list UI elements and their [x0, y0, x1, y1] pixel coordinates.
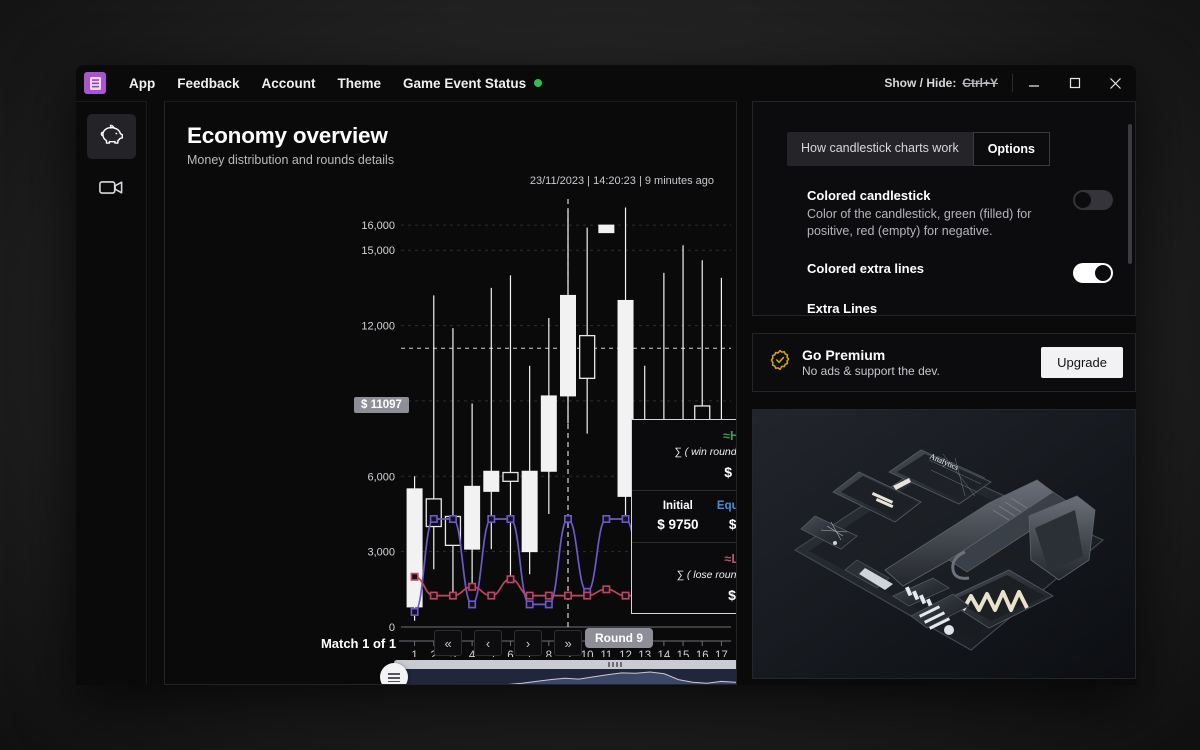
menu-item-game-event-status[interactable]: Game Event Status [392, 70, 553, 97]
tab-how-candlestick-charts-work[interactable]: How candlestick charts work [787, 132, 973, 166]
range-slider[interactable] [380, 660, 736, 684]
candlestick[interactable] [521, 470, 538, 553]
tooltip-equip-value: Equip Value $ 4200 [714, 500, 737, 532]
toggle-colored-candlestick[interactable] [1073, 190, 1113, 210]
y-axis-tick: 15,000 [361, 245, 395, 257]
tooltip-highest: ≈Highest ∑ ( win round + initial + weapo… [632, 420, 737, 490]
app-window: App Feedback Account Theme Game Event St… [76, 65, 1136, 685]
candlestick[interactable] [406, 488, 423, 608]
sidebar [76, 101, 147, 685]
tooltip-lowest: ≈Lowest ∑ ( lose round + initial - equip… [632, 542, 737, 613]
y-axis-tick: 16,000 [361, 220, 395, 232]
close-icon[interactable] [1095, 65, 1136, 101]
video-camera-icon [99, 179, 123, 201]
sidebar-item-economy[interactable] [86, 114, 136, 159]
show-hide-shortcut: Ctrl+Y [962, 76, 998, 90]
options-panel: How candlestick charts work Options Colo… [752, 101, 1136, 316]
piggy-bank-icon [100, 124, 123, 149]
minimize-icon[interactable] [1013, 65, 1054, 101]
y-axis-tick: 12,000 [361, 321, 395, 333]
match-counter-label: Match 1 of 1 [320, 635, 397, 651]
tooltip-lowest-amount: $ 6950 [728, 587, 736, 603]
candlestick[interactable] [464, 485, 481, 550]
right-column: How candlestick charts work Options Colo… [752, 101, 1136, 685]
menu-item-account[interactable]: Account [251, 70, 327, 97]
toggle-colored-extra-lines[interactable] [1073, 263, 1113, 283]
y-axis-tick: 3,000 [367, 547, 395, 559]
toggle-knob [1095, 265, 1111, 281]
range-slider-bar[interactable] [394, 660, 736, 669]
app-logo-icon [84, 72, 106, 94]
chart-timestamp: 23/11/2023 | 14:20:23 | 9 minutes ago [529, 175, 714, 187]
candlestick[interactable] [483, 470, 500, 492]
options-scrollbar[interactable] [1128, 124, 1132, 264]
tooltip-lowest-formula: ∑ ( lose round + initial - equip. ) [676, 569, 737, 581]
premium-subtitle: No ads & support the dev. [802, 364, 940, 378]
candle-tooltip: ≈Highest ∑ ( win round + initial + weapo… [631, 419, 737, 614]
range-slider-preview [394, 669, 736, 684]
price-marker-badge: $ 11097 [354, 397, 409, 413]
tooltip-highest-kind: ≈Highest [723, 429, 736, 443]
window-controls: Show / Hide: Ctrl+Y [884, 65, 1136, 101]
window-body: Economy overview Money distribution and … [76, 101, 1136, 685]
sidebar-item-recordings[interactable] [87, 167, 136, 212]
tooltip-initial-value: $ 9750 [657, 517, 699, 532]
options-tabs: How candlestick charts work Options [787, 132, 1050, 166]
tooltip-lowest-kind: ≈Lowest [724, 552, 736, 566]
promo-image: Analytics [752, 409, 1136, 679]
candlestick[interactable] [502, 471, 519, 482]
setting-extra-lines-clipped: Extra Lines [807, 301, 878, 316]
pager-prev-button[interactable]: ‹ [474, 630, 503, 656]
pager-next-button[interactable]: › [514, 630, 543, 656]
pager-first-button[interactable]: « [434, 630, 463, 656]
show-hide-hint: Show / Hide: Ctrl+Y [884, 76, 1012, 90]
show-hide-label: Show / Hide: [884, 76, 957, 90]
tooltip-initial: Initial $ 9750 [642, 500, 714, 532]
menu-item-theme[interactable]: Theme [327, 70, 393, 97]
tooltip-equip-value-amount: $ 4200 [728, 517, 737, 532]
chart-header: Economy overview Money distribution and … [165, 102, 736, 167]
match-pagination: Match 1 of 1 « ‹ › » [165, 630, 736, 656]
title-bar: App Feedback Account Theme Game Event St… [76, 65, 1136, 101]
premium-title: Go Premium [802, 347, 886, 363]
tooltip-equip-header: Equip Value [716, 500, 736, 512]
game-event-status-label: Game Event Status [403, 75, 527, 91]
grip-lines-icon [388, 672, 400, 682]
tab-options[interactable]: Options [972, 132, 1050, 166]
page-subtitle: Money distribution and rounds details [187, 153, 395, 167]
page-title: Economy overview [187, 123, 388, 148]
tooltip-initial-header: Initial [662, 500, 693, 512]
y-axis-tick: 6,000 [367, 471, 395, 483]
tooltip-highest-amount: $ 16000 [724, 464, 736, 480]
candlestick[interactable] [540, 395, 557, 472]
candlestick[interactable] [598, 224, 615, 234]
menu-item-app[interactable]: App [118, 70, 166, 97]
tooltip-highest-formula: ∑ ( win round + initial + weapon) [674, 446, 737, 458]
candlestick[interactable] [579, 334, 596, 379]
range-slider-grip-icon [607, 662, 622, 667]
setting-description: Color of the candlestick, green (filled)… [807, 207, 1032, 238]
go-premium-banner: Go Premium No ads & support the dev. Upg… [752, 333, 1136, 392]
badge-check-icon [769, 349, 791, 376]
setting-title: Colored extra lines [807, 261, 925, 276]
setting-title: Colored candlestick [807, 188, 931, 203]
candlestick[interactable] [560, 294, 576, 397]
setting-colored-extra-lines: Colored extra lines [753, 261, 1135, 283]
economy-chart-card: Economy overview Money distribution and … [164, 101, 737, 685]
menu-item-feedback[interactable]: Feedback [166, 70, 250, 97]
toggle-knob [1075, 192, 1091, 208]
tooltip-values: Initial $ 9750 Equip Value $ 4200 Final … [632, 490, 737, 542]
status-online-dot [534, 78, 543, 87]
maximize-icon[interactable] [1054, 65, 1095, 101]
pager-last-button[interactable]: » [554, 630, 583, 656]
upgrade-button[interactable]: Upgrade [1041, 347, 1123, 378]
brush-handle-left[interactable] [380, 663, 408, 684]
setting-colored-candlestick: Colored candlestick Color of the candles… [753, 188, 1135, 239]
